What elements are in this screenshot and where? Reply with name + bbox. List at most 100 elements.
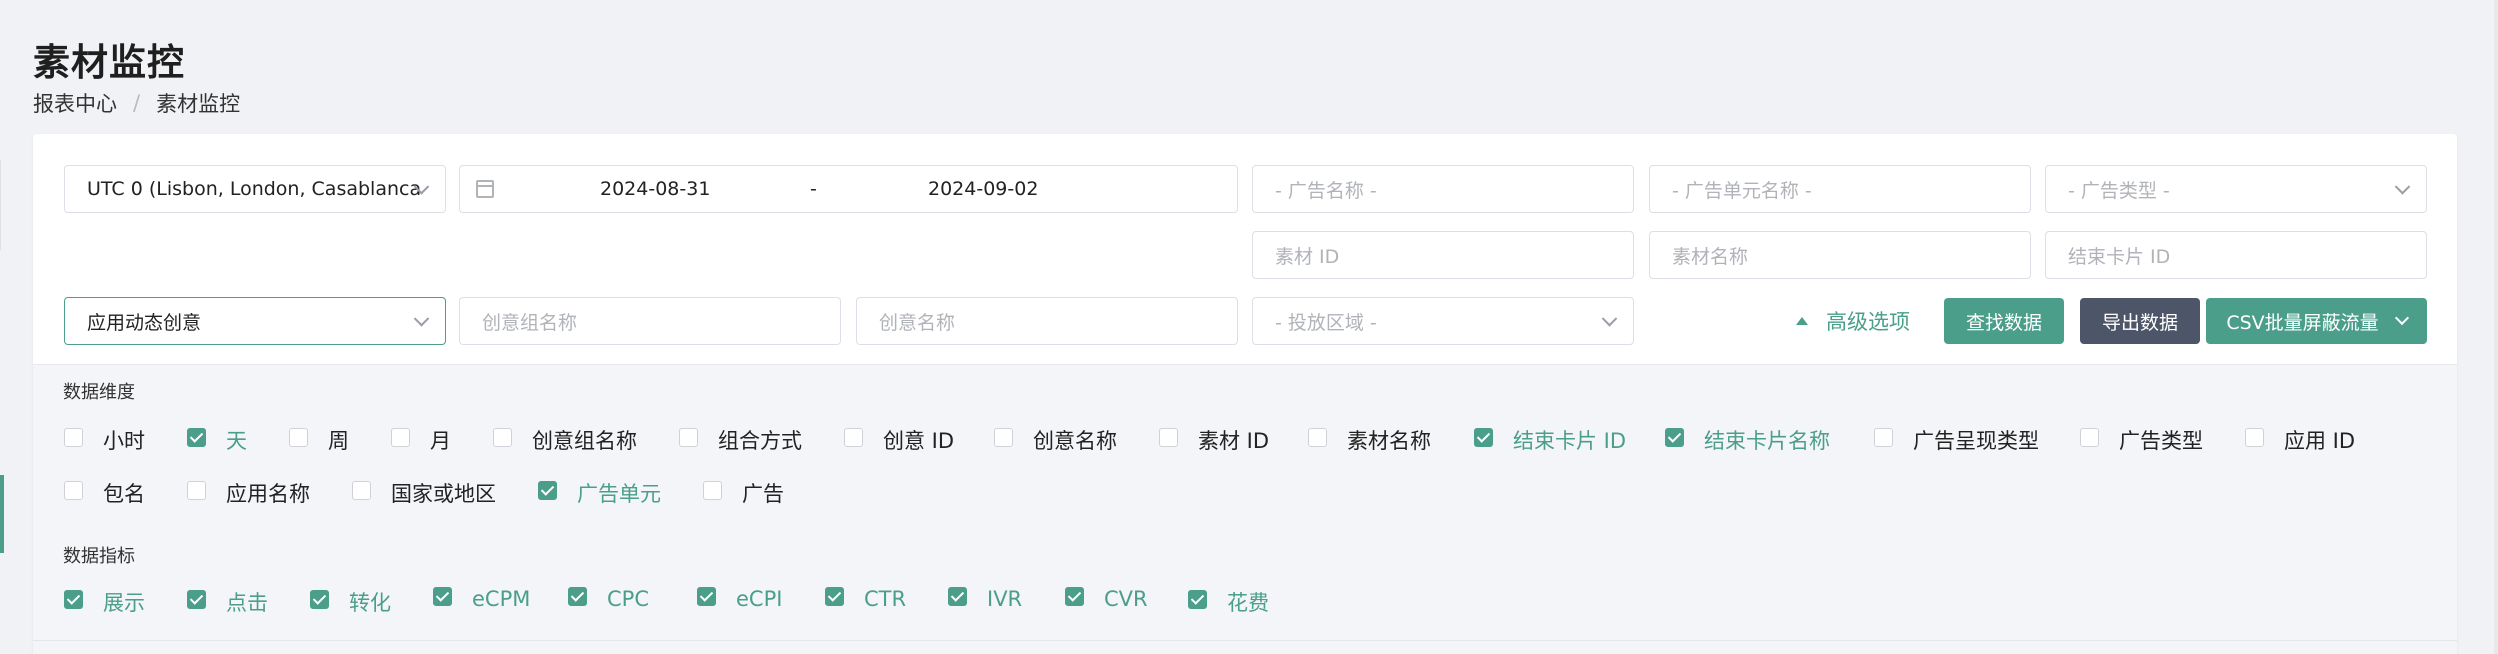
checkbox[interactable] — [310, 589, 329, 609]
metric-conversions[interactable]: 转化 — [310, 587, 391, 617]
dimension-country[interactable]: 国家或地区 — [352, 478, 496, 508]
checkbox[interactable] — [948, 586, 967, 606]
dimension-month[interactable]: 月 — [391, 425, 451, 455]
dimension-material-name[interactable]: 素材名称 — [1308, 425, 1431, 455]
dimension-creative-group-name[interactable]: 创意组名称 — [493, 425, 637, 455]
checkbox[interactable] — [703, 480, 722, 500]
checkbox[interactable] — [1665, 427, 1684, 447]
timezone-select[interactable]: UTC 0 (Lisbon, London, Casablanca — [64, 165, 446, 213]
material-id-input[interactable]: 素材 ID — [1252, 231, 1634, 279]
checkbox[interactable] — [825, 586, 844, 606]
dimension-ad[interactable]: 广告 — [703, 478, 784, 508]
breadcrumb-separator: / — [133, 91, 141, 115]
creative-type-select[interactable]: 应用动态创意 — [64, 297, 446, 345]
export-button[interactable]: 导出数据 — [2080, 298, 2200, 344]
checkbox[interactable] — [64, 427, 83, 447]
checkbox[interactable] — [844, 427, 863, 447]
creative-name-input[interactable]: 创意名称 — [856, 297, 1238, 345]
ad-name-placeholder: - 广告名称 - — [1275, 179, 1377, 202]
dimension-package-name[interactable]: 包名 — [64, 478, 145, 508]
checkbox[interactable] — [64, 480, 83, 500]
dimensions-title: 数据维度 — [63, 382, 135, 403]
metric-label: 展示 — [103, 591, 145, 615]
checkbox[interactable] — [994, 427, 1013, 447]
checkbox[interactable] — [1159, 427, 1178, 447]
checkbox[interactable] — [64, 589, 83, 609]
date-end[interactable]: 2024-09-02 — [928, 178, 1038, 200]
checkbox[interactable] — [2080, 427, 2099, 447]
dimension-end-card-name[interactable]: 结束卡片名称 — [1665, 425, 1830, 455]
dimension-app-name[interactable]: 应用名称 — [187, 478, 310, 508]
dimension-ad-unit[interactable]: 广告单元 — [538, 478, 661, 508]
checkbox[interactable] — [679, 427, 698, 447]
dimension-creative-name[interactable]: 创意名称 — [994, 425, 1117, 455]
checkbox[interactable] — [2245, 427, 2264, 447]
region-select[interactable]: - 投放区域 - — [1252, 297, 1634, 345]
checkbox[interactable] — [391, 427, 410, 447]
checkbox[interactable] — [697, 586, 716, 606]
material-name-input[interactable]: 素材名称 — [1649, 231, 2031, 279]
breadcrumb-item-report-center[interactable]: 报表中心 — [33, 88, 117, 118]
advanced-options-toggle[interactable]: 高级选项 — [1796, 297, 1910, 345]
checkbox[interactable] — [538, 480, 557, 500]
metric-ecpm[interactable]: eCPM — [433, 586, 530, 611]
metric-ivr[interactable]: IVR — [948, 586, 1022, 611]
ad-type-select[interactable]: - 广告类型 - — [2045, 165, 2427, 213]
checkbox[interactable] — [187, 480, 206, 500]
metric-clicks[interactable]: 点击 — [187, 587, 268, 617]
checkbox[interactable] — [187, 427, 206, 447]
checkbox[interactable] — [187, 589, 206, 609]
dimension-hour[interactable]: 小时 — [64, 425, 145, 455]
metric-cpc[interactable]: CPC — [568, 586, 649, 611]
csv-block-button[interactable]: CSV批量屏蔽流量 — [2206, 298, 2427, 344]
date-start[interactable]: 2024-08-31 — [600, 178, 710, 200]
ad-name-select[interactable]: - 广告名称 - — [1252, 165, 1634, 213]
breadcrumb: 报表中心 / 素材监控 — [33, 88, 240, 118]
dimension-label: 创意组名称 — [532, 429, 637, 453]
caret-up-icon — [1796, 317, 1808, 325]
creative-name-placeholder: 创意名称 — [879, 311, 956, 334]
dimension-day[interactable]: 天 — [187, 425, 247, 455]
metric-label: CTR — [864, 587, 907, 611]
dimension-ad-format[interactable]: 广告呈现类型 — [1874, 425, 2039, 455]
dimension-end-card-id[interactable]: 结束卡片 ID — [1474, 425, 1626, 455]
date-range-picker[interactable]: 2024-08-31 - 2024-09-02 — [459, 165, 1238, 213]
checkbox[interactable] — [1065, 586, 1084, 606]
checkbox[interactable] — [1474, 427, 1493, 447]
metric-ecpi[interactable]: eCPI — [697, 586, 782, 611]
dimension-label: 组合方式 — [718, 429, 802, 453]
ad-unit-name-select[interactable]: - 广告单元名称 - — [1649, 165, 2031, 213]
checkbox[interactable] — [352, 480, 371, 500]
checkbox[interactable] — [1308, 427, 1327, 447]
metric-ctr[interactable]: CTR — [825, 586, 907, 611]
creative-group-placeholder: 创意组名称 — [482, 311, 578, 334]
ad-type-placeholder: - 广告类型 - — [2068, 179, 2170, 202]
material-id-placeholder: 素材 ID — [1275, 245, 1340, 268]
end-card-id-input[interactable]: 结束卡片 ID — [2045, 231, 2427, 279]
checkbox[interactable] — [568, 586, 587, 606]
metric-label: CVR — [1104, 587, 1148, 611]
dimension-label: 广告呈现类型 — [1913, 429, 2039, 453]
dimension-creative-id[interactable]: 创意 ID — [844, 425, 954, 455]
dimension-app-id[interactable]: 应用 ID — [2245, 425, 2355, 455]
scrollbar[interactable] — [2494, 0, 2498, 654]
dimension-material-id[interactable]: 素材 ID — [1159, 425, 1269, 455]
dimension-week[interactable]: 周 — [289, 425, 349, 455]
advanced-options-panel: 数据维度 小时 天 周 月 创意组名称 组合方式 创意 ID 创意名称 素材 I… — [33, 364, 2457, 654]
metric-label: CPC — [607, 587, 649, 611]
checkbox[interactable] — [289, 427, 308, 447]
date-separator: - — [810, 178, 817, 200]
checkbox[interactable] — [1188, 589, 1207, 609]
checkbox[interactable] — [433, 586, 452, 606]
checkbox[interactable] — [1874, 427, 1893, 447]
dimension-label: 创意 ID — [883, 429, 955, 453]
checkbox[interactable] — [493, 427, 512, 447]
creative-group-input[interactable]: 创意组名称 — [459, 297, 841, 345]
dimension-ad-type[interactable]: 广告类型 — [2080, 425, 2203, 455]
metric-spend[interactable]: 花费 — [1188, 587, 1269, 617]
metric-cvr[interactable]: CVR — [1065, 586, 1148, 611]
search-button[interactable]: 查找数据 — [1944, 298, 2064, 344]
sidebar-active-indicator — [0, 475, 4, 553]
dimension-combination[interactable]: 组合方式 — [679, 425, 802, 455]
metric-impressions[interactable]: 展示 — [64, 587, 145, 617]
